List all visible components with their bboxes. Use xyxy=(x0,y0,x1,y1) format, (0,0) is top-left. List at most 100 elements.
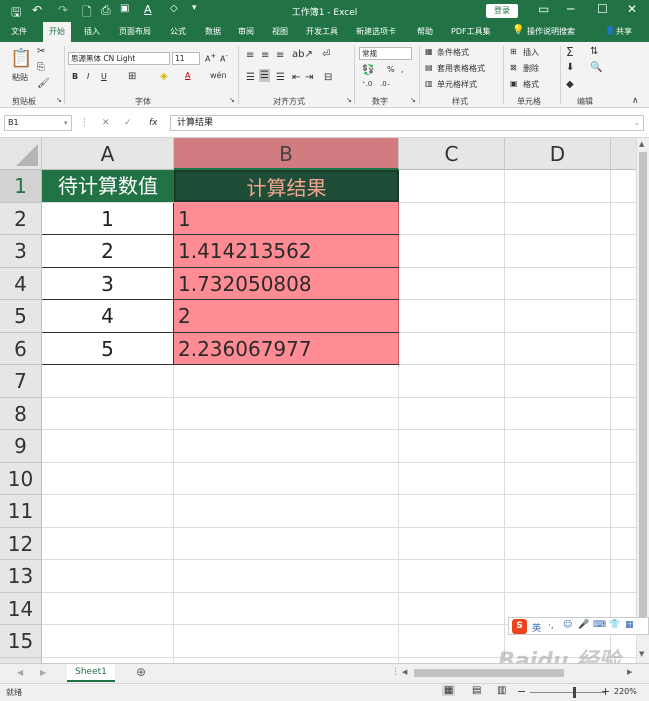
vertical-scroll-thumb[interactable] xyxy=(639,152,647,632)
font-size-combo[interactable]: 11 xyxy=(172,52,200,65)
horizontal-scroll-thumb[interactable] xyxy=(414,669,564,677)
comma-button[interactable]: , xyxy=(401,65,404,74)
tab-home[interactable]: 开始 xyxy=(43,22,71,42)
row-header-14[interactable]: 14 xyxy=(0,592,42,625)
next-sheet-icon[interactable]: ▶ xyxy=(40,668,46,677)
currency-icon[interactable]: 💱 xyxy=(362,65,374,76)
paste-icon[interactable]: 📋 xyxy=(10,48,32,69)
login-button[interactable]: 登录 xyxy=(486,4,518,18)
find-select-icon[interactable]: 🔍 xyxy=(590,62,602,73)
zoom-level[interactable]: 220% xyxy=(614,687,637,696)
cell-styles-button[interactable]: 单元格样式 xyxy=(437,79,477,90)
phonetic-icon[interactable]: wén xyxy=(210,71,227,80)
format-painter-icon[interactable]: 🖌 xyxy=(37,78,50,89)
conditional-format-button[interactable]: 条件格式 xyxy=(437,47,469,58)
prev-sheet-icon[interactable]: ◀ xyxy=(17,668,23,677)
tab-view[interactable]: 视图 xyxy=(272,26,288,37)
name-box-dropdown-icon[interactable]: ▾ xyxy=(64,115,68,131)
clipboard-launcher-icon[interactable]: ↘ xyxy=(56,96,62,104)
enter-icon[interactable]: ✓ xyxy=(124,115,132,131)
align-left-icon[interactable]: ☰ xyxy=(246,72,255,83)
column-header-b[interactable]: B xyxy=(174,138,399,170)
cancel-icon[interactable]: ✕ xyxy=(102,115,110,131)
zoom-slider[interactable] xyxy=(530,692,605,693)
ime-language-label[interactable]: 英 xyxy=(532,621,541,634)
decrease-indent-icon[interactable]: ⇤ xyxy=(292,72,300,83)
tab-review[interactable]: 审阅 xyxy=(238,26,254,37)
tab-developer[interactable]: 开发工具 xyxy=(306,26,338,37)
ime-punct-icon[interactable]: ·, xyxy=(548,621,554,631)
increase-decimal-icon[interactable]: ⁺.0 xyxy=(362,80,372,88)
ime-mic-icon[interactable]: 🎤 xyxy=(578,620,589,630)
scroll-left-icon[interactable]: ◀ xyxy=(402,668,407,676)
expand-formula-icon[interactable]: ⌄ xyxy=(634,115,640,131)
tab-split-handle-icon[interactable]: ⋮ xyxy=(391,667,400,677)
font-launcher-icon[interactable]: ↘ xyxy=(229,96,235,104)
column-header-d[interactable]: D xyxy=(505,138,611,170)
cell-b5[interactable]: 2 xyxy=(174,300,399,333)
font-color-ribbon-icon[interactable]: A xyxy=(185,71,190,80)
scroll-right-icon[interactable]: ▶ xyxy=(627,668,632,676)
font-name-combo[interactable]: 思源黑体 CN Light xyxy=(68,52,170,65)
align-right-icon[interactable]: ☰ xyxy=(276,72,285,83)
decrease-decimal-icon[interactable]: .0₋ xyxy=(380,80,390,88)
italic-icon[interactable]: I xyxy=(87,72,89,81)
row-header-4[interactable]: 4 xyxy=(0,267,42,300)
cell-a2[interactable]: 1 xyxy=(42,202,174,235)
row-header-5[interactable]: 5 xyxy=(0,300,42,333)
ime-emoji-icon[interactable]: ☺ xyxy=(563,620,572,630)
zoom-out-icon[interactable]: − xyxy=(517,685,526,698)
column-header-e[interactable] xyxy=(611,138,636,170)
delete-cells-button[interactable]: 删除 xyxy=(523,63,539,74)
cell-b6[interactable]: 2.236067977 xyxy=(174,333,399,365)
page-break-view-icon[interactable]: ▥ xyxy=(497,685,506,696)
cut-icon[interactable]: ✂ xyxy=(37,46,45,57)
align-center-icon[interactable]: ☰ xyxy=(259,69,270,82)
tab-file[interactable]: 文件 xyxy=(11,26,27,37)
name-box[interactable]: B1 xyxy=(4,115,72,131)
cell-a3[interactable]: 2 xyxy=(42,235,174,268)
tab-insert[interactable]: 插入 xyxy=(84,26,100,37)
decrease-font-icon[interactable]: A- xyxy=(220,52,228,64)
zoom-in-icon[interactable]: + xyxy=(601,685,610,698)
scroll-up-icon[interactable]: ▲ xyxy=(639,140,644,148)
copy-icon[interactable]: ⎘ xyxy=(37,62,45,73)
row-header-10[interactable]: 10 xyxy=(0,462,42,495)
cell-a5[interactable]: 4 xyxy=(42,300,174,333)
minimize-icon[interactable]: ─ xyxy=(567,2,574,16)
row-header-11[interactable]: 11 xyxy=(0,495,42,528)
page-layout-view-icon[interactable]: ▤ xyxy=(472,685,481,696)
formula-input[interactable]: 计算结果 xyxy=(170,115,644,131)
row-header-12[interactable]: 12 xyxy=(0,527,42,560)
tab-page-layout[interactable]: 页面布局 xyxy=(119,26,151,37)
cell-a1[interactable]: 待计算数值 xyxy=(42,170,174,202)
row-header-2[interactable]: 2 xyxy=(0,202,42,235)
row-header-13[interactable]: 13 xyxy=(0,560,42,593)
ime-toolbar[interactable]: S 英 ·, ☺ 🎤 ⌨ 👕 ▦ xyxy=(508,617,649,635)
underline-icon[interactable]: U xyxy=(101,72,107,81)
insert-function-button[interactable]: fx xyxy=(149,115,158,131)
column-header-a[interactable]: A xyxy=(42,138,174,170)
increase-indent-icon[interactable]: ⇥ xyxy=(305,72,313,83)
tab-new[interactable]: 新建选项卡 xyxy=(356,26,396,37)
cell-a4[interactable]: 3 xyxy=(42,267,174,300)
sort-filter-icon[interactable]: ⇅ xyxy=(590,46,598,57)
fill-color-icon[interactable]: ◈ xyxy=(160,71,168,82)
vertical-scrollbar[interactable]: ▲ ▼ xyxy=(636,138,649,663)
insert-cells-button[interactable]: 插入 xyxy=(523,47,539,58)
increase-font-icon[interactable]: A+ xyxy=(205,52,216,64)
borders-icon[interactable]: ⊞ xyxy=(128,71,136,82)
ribbon-display-icon[interactable]: ▭ xyxy=(538,2,549,16)
ime-skin-icon[interactable]: 👕 xyxy=(609,620,620,630)
row-header-1[interactable]: 1 xyxy=(0,170,42,203)
cell-b3[interactable]: 1.414213562 xyxy=(174,235,399,268)
format-table-button[interactable]: 套用表格格式 xyxy=(437,63,485,74)
bold-icon[interactable]: B xyxy=(72,72,78,81)
column-header-c[interactable]: C xyxy=(399,138,505,170)
row-header-9[interactable]: 9 xyxy=(0,430,42,463)
ime-grid-icon[interactable]: ▦ xyxy=(625,620,634,630)
align-top-icon[interactable]: ≡ xyxy=(246,50,254,61)
cell-a6[interactable]: 5 xyxy=(42,332,174,365)
tab-formulas[interactable]: 公式 xyxy=(170,26,186,37)
row-header-7[interactable]: 7 xyxy=(0,365,42,398)
